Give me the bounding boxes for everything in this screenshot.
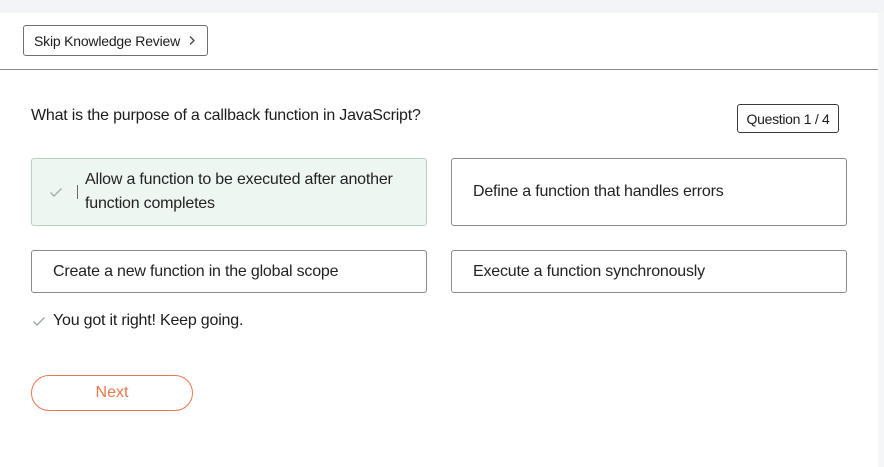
answer-option-1[interactable]: Allow a function to be executed after an… [31,158,427,226]
skip-knowledge-review-button[interactable]: Skip Knowledge Review [23,25,208,56]
question-counter: Question 1 / 4 [737,104,839,133]
answer-option-3[interactable]: Create a new function in the global scop… [31,250,427,293]
feedback-text: You got it right! Keep going. [53,312,244,329]
check-icon [49,187,65,198]
check-icon [32,316,46,327]
skip-button-label: Skip Knowledge Review [34,32,180,49]
answer-option-2-label: Define a function that handles errors [473,183,724,200]
chevron-right-icon [188,35,196,46]
next-button[interactable]: Next [31,375,193,411]
answer-option-1-label: Allow a function to be executed after an… [85,171,393,212]
knowledge-review-page: Skip Knowledge Review What is the purpos… [0,0,884,467]
feedback-message: You got it right! Keep going. [32,312,243,330]
answer-option-2[interactable]: Define a function that handles errors [451,158,847,226]
answer-option-3-label: Create a new function in the global scop… [53,262,339,280]
text-cursor [77,185,78,199]
answer-option-4[interactable]: Execute a function synchronously [451,250,847,293]
top-band [0,0,884,13]
question-text: What is the purpose of a callback functi… [31,107,421,124]
answer-option-4-label: Execute a function synchronously [473,262,705,280]
